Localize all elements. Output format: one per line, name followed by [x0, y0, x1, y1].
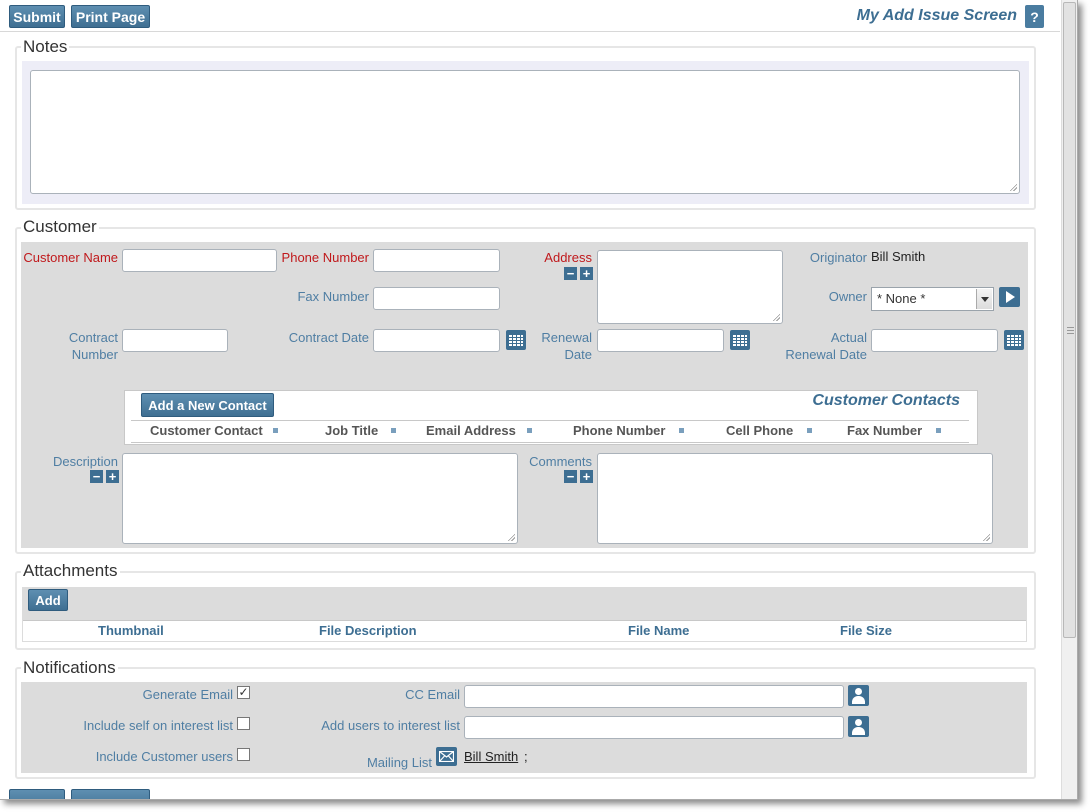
owner-select[interactable]: * None * [871, 287, 994, 311]
expand-icon[interactable]: + [580, 470, 593, 483]
divider [131, 442, 969, 443]
phone-number-label: Phone Number [281, 250, 369, 265]
attachments-legend: Attachments [21, 561, 120, 581]
include-self-label: Include self on interest list [83, 718, 233, 733]
screen-title: My Add Issue Screen [856, 7, 1017, 24]
customer-name-input[interactable] [122, 249, 277, 272]
column-header-fax-number[interactable]: Fax Number [847, 423, 922, 438]
comments-label: Comments [529, 454, 592, 469]
add-users-label: Add users to interest list [321, 718, 460, 733]
contract-date-label: Contract Date [288, 330, 369, 345]
originator-label: Originator [809, 250, 867, 265]
mailing-list-label: Mailing List [366, 755, 432, 770]
add-contact-button[interactable]: Add a New Contact [141, 393, 274, 417]
collapse-icon[interactable]: − [564, 267, 577, 280]
expand-icon[interactable]: + [580, 267, 593, 280]
chevron-down-icon [976, 289, 992, 309]
sort-icon[interactable] [679, 428, 684, 433]
column-header-email-address[interactable]: Email Address [426, 423, 516, 438]
notes-legend: Notes [21, 37, 70, 57]
customer-name-label: Customer Name [23, 250, 118, 265]
mailing-list-separator: ; [524, 749, 528, 764]
column-header-file-name[interactable]: File Name [628, 623, 689, 638]
renewal-date-label: Renewal Date [541, 330, 592, 362]
comments-textarea[interactable] [597, 453, 993, 544]
page-frame: Submit Print Page My Add Issue Screen ? … [0, 0, 1078, 800]
phone-number-input[interactable] [373, 249, 500, 272]
sort-icon[interactable] [527, 428, 532, 433]
fax-number-label: Fax Number [297, 289, 369, 304]
calendar-icon[interactable] [1004, 330, 1024, 350]
contacts-title: Customer Contacts [812, 392, 960, 409]
column-header-phone-number[interactable]: Phone Number [573, 423, 665, 438]
column-header-job-title[interactable]: Job Title [325, 423, 378, 438]
vertical-scrollbar[interactable] [1061, 0, 1077, 799]
column-header-thumbnail[interactable]: Thumbnail [98, 623, 164, 638]
cc-email-label: CC Email [405, 687, 460, 702]
sort-icon[interactable] [936, 428, 941, 433]
address-label: Address [544, 250, 592, 265]
address-textarea[interactable] [597, 250, 783, 324]
actual-renewal-date-label: Actual Renewal Date [785, 330, 867, 362]
notes-textarea[interactable] [30, 70, 1020, 194]
divider [131, 420, 969, 421]
originator-value: Bill Smith [871, 249, 926, 264]
submit-button[interactable]: Submit [9, 5, 65, 28]
mailing-list-user-link[interactable]: Bill Smith [464, 749, 518, 764]
customer-legend: Customer [21, 217, 99, 237]
include-customer-checkbox[interactable] [237, 748, 250, 761]
play-icon[interactable] [999, 287, 1020, 307]
renewal-date-input[interactable] [597, 329, 724, 352]
generate-email-checkbox[interactable]: ✓ [237, 686, 250, 699]
add-attachment-button[interactable]: Add [28, 589, 68, 611]
description-label: Description [52, 454, 118, 469]
owner-select-value: * None * [877, 291, 926, 306]
expand-icon[interactable]: + [106, 470, 119, 483]
sort-icon[interactable] [807, 428, 812, 433]
column-header-file-size[interactable]: File Size [840, 623, 892, 638]
print-page-button-bottom[interactable] [71, 789, 150, 799]
user-icon[interactable] [848, 716, 869, 737]
mail-icon[interactable] [436, 747, 457, 766]
include-customer-label: Include Customer users [95, 749, 233, 764]
owner-label: Owner [828, 289, 867, 304]
contract-number-label: Contract Number [68, 330, 118, 362]
column-header-cell-phone[interactable]: Cell Phone [726, 423, 793, 438]
description-textarea[interactable] [122, 453, 518, 544]
sort-icon[interactable] [273, 428, 278, 433]
column-header-file-description[interactable]: File Description [319, 623, 417, 638]
cc-email-input[interactable] [464, 685, 844, 708]
add-users-input[interactable] [464, 716, 844, 739]
column-header-customer-contact[interactable]: Customer Contact [150, 423, 263, 438]
contract-number-input[interactable] [122, 329, 228, 352]
notifications-legend: Notifications [21, 658, 118, 678]
toolbar: Submit Print Page My Add Issue Screen ? [0, 0, 1060, 32]
collapse-icon[interactable]: − [564, 470, 577, 483]
help-button[interactable]: ? [1025, 5, 1044, 28]
calendar-icon[interactable] [506, 330, 526, 350]
submit-button-bottom[interactable] [9, 789, 65, 799]
fax-number-input[interactable] [373, 287, 500, 310]
include-self-checkbox[interactable] [237, 717, 250, 730]
generate-email-label: Generate Email [142, 687, 233, 702]
collapse-icon[interactable]: − [90, 470, 103, 483]
print-page-button[interactable]: Print Page [71, 5, 150, 28]
actual-renewal-date-input[interactable] [871, 329, 998, 352]
contract-date-input[interactable] [373, 329, 500, 352]
sort-icon[interactable] [391, 428, 396, 433]
user-icon[interactable] [848, 685, 869, 706]
scrollbar-thumb[interactable] [1063, 2, 1076, 638]
calendar-icon[interactable] [730, 330, 750, 350]
